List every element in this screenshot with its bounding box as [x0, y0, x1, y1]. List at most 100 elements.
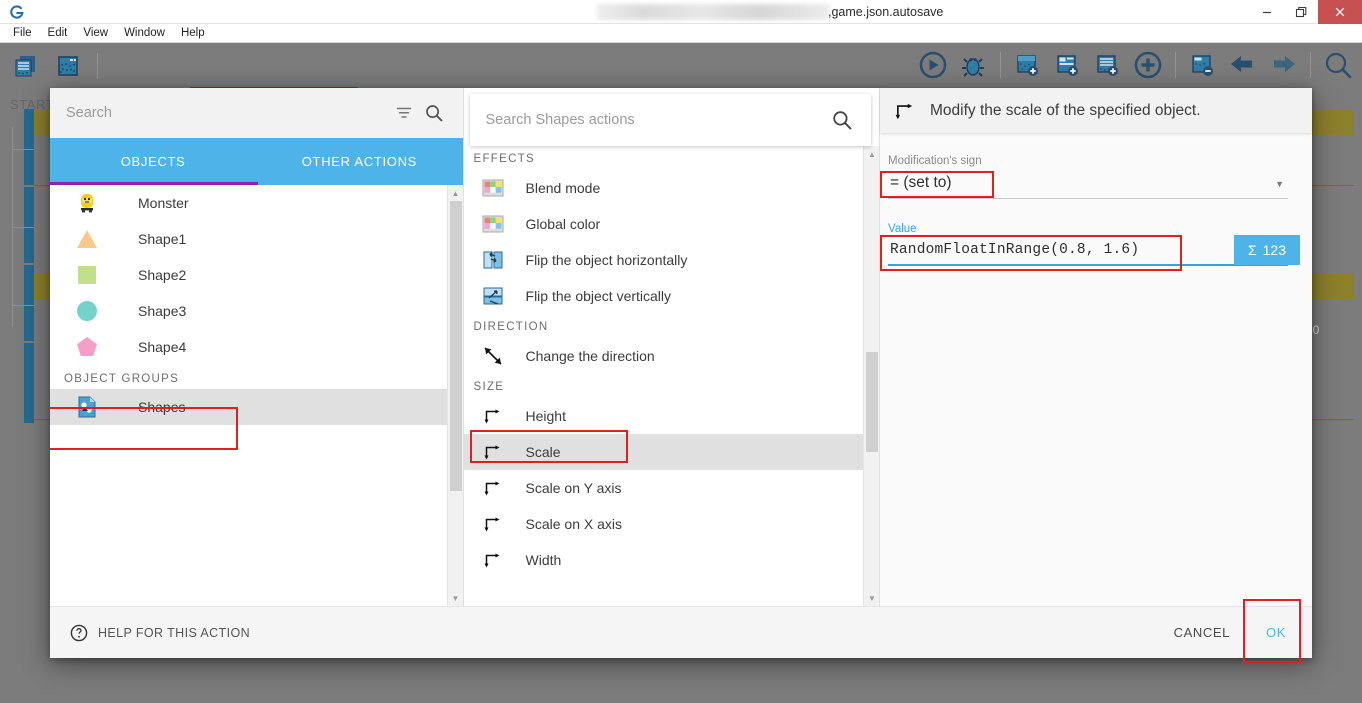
- objects-search-input[interactable]: [64, 104, 389, 122]
- parameters-panel: Modify the scale of the specified object…: [880, 88, 1312, 606]
- add-external-events-icon[interactable]: [1090, 46, 1126, 84]
- project-manager-icon[interactable]: [8, 47, 44, 85]
- list-item[interactable]: Monster: [50, 185, 463, 221]
- restore-button[interactable]: [1284, 0, 1318, 24]
- objects-search-bar: [50, 88, 463, 138]
- scroll-down-arrow[interactable]: ▼: [864, 590, 879, 606]
- color-palette-icon: [480, 213, 506, 235]
- objects-search-icon[interactable]: [419, 98, 449, 128]
- actions-search-icon[interactable]: [827, 105, 857, 135]
- action-item[interactable]: Flip the object horizontally: [464, 242, 879, 278]
- help-for-this-action-link[interactable]: HELP FOR THIS ACTION: [70, 624, 250, 642]
- actions-search-bar: [470, 94, 871, 146]
- title-redacted-region: [597, 4, 830, 20]
- minimize-button[interactable]: [1250, 0, 1284, 24]
- list-item[interactable]: Shape2: [50, 257, 463, 293]
- modification-sign-select[interactable]: = (set to) ▼: [888, 171, 1288, 199]
- action-item[interactable]: Height: [464, 398, 879, 434]
- toolbar-divider-3: [1175, 52, 1176, 78]
- tree-connector: [12, 149, 34, 150]
- action-description-header: Modify the scale of the specified object…: [880, 88, 1312, 133]
- modify-value-icon: [480, 549, 506, 571]
- list-item[interactable]: Shape1: [50, 221, 463, 257]
- field-label: Value: [888, 223, 1288, 235]
- action-description-text: Modify the scale of the specified object…: [930, 102, 1201, 120]
- scroll-up-arrow[interactable]: ▲: [448, 185, 463, 201]
- objects-tab-bar: OBJECTS OTHER ACTIONS: [50, 138, 463, 185]
- tree-connector: [12, 305, 34, 306]
- menu-file[interactable]: File: [5, 24, 40, 43]
- action-item[interactable]: Change the direction: [464, 338, 879, 374]
- open-expression-editor-button[interactable]: Σ 123: [1234, 235, 1300, 265]
- scroll-thumb[interactable]: [866, 352, 878, 452]
- action-item[interactable]: Width: [464, 542, 879, 578]
- section-header-direction: DIRECTION: [464, 314, 879, 338]
- actions-scrollbar[interactable]: ▲ ▼: [863, 146, 879, 606]
- actions-search-input[interactable]: [484, 111, 827, 129]
- cancel-button[interactable]: CANCEL: [1156, 615, 1248, 650]
- undo-icon[interactable]: [1225, 46, 1261, 84]
- modify-value-icon: [480, 405, 506, 427]
- action-item-scale[interactable]: Scale: [464, 434, 879, 470]
- object-groups-header: OBJECT GROUPS: [50, 365, 463, 389]
- tab-objects[interactable]: OBJECTS: [50, 138, 256, 185]
- window-title-text: ,game.json.autosave: [828, 0, 943, 24]
- list-item-shapes-group[interactable]: Shapes: [50, 389, 463, 425]
- list-item-label: Shape1: [138, 231, 186, 247]
- main-toolbar: [0, 43, 1362, 87]
- menu-help[interactable]: Help: [173, 24, 213, 43]
- action-item[interactable]: Blend mode: [464, 170, 879, 206]
- dialog-body: OBJECTS OTHER ACTIONS: [50, 88, 1312, 606]
- scene-editor-icon[interactable]: [50, 47, 86, 85]
- list-item[interactable]: Shape4: [50, 329, 463, 365]
- app-logo-icon: [4, 0, 30, 24]
- flip-vertical-icon: [480, 285, 506, 307]
- list-item-label: Shape2: [138, 267, 186, 283]
- field-label: Modification's sign: [888, 155, 1288, 167]
- objects-panel: OBJECTS OTHER ACTIONS: [50, 88, 464, 606]
- action-item-label: Change the direction: [526, 348, 655, 364]
- scroll-up-arrow[interactable]: ▲: [864, 146, 879, 162]
- redo-icon[interactable]: [1265, 46, 1301, 84]
- menu-window[interactable]: Window: [116, 24, 173, 43]
- add-scene-icon[interactable]: [1010, 46, 1046, 84]
- action-item-label: Scale on X axis: [526, 516, 623, 532]
- menu-view[interactable]: View: [75, 24, 116, 43]
- action-item[interactable]: Flip the object vertically: [464, 278, 879, 314]
- list-item-label: Shapes: [138, 399, 185, 415]
- scroll-down-arrow[interactable]: ▼: [448, 590, 463, 606]
- event-rail: [24, 109, 34, 185]
- objects-list: Monster Shape1 Shape2: [50, 185, 463, 606]
- modify-value-icon: [480, 477, 506, 499]
- tree-spine: [12, 127, 13, 327]
- add-object-icon[interactable]: [1130, 46, 1166, 84]
- list-item[interactable]: Shape3: [50, 293, 463, 329]
- value-expression-input[interactable]: RandomFloatInRange(0.8, 1.6): [888, 239, 1288, 266]
- action-item[interactable]: Scale on X axis: [464, 506, 879, 542]
- delete-scene-icon[interactable]: [1185, 46, 1221, 84]
- help-label: HELP FOR THIS ACTION: [98, 626, 250, 640]
- action-item[interactable]: Scale on Y axis: [464, 470, 879, 506]
- scroll-thumb[interactable]: [450, 201, 462, 491]
- action-item[interactable]: Global color: [464, 206, 879, 242]
- list-item-label: Monster: [138, 195, 189, 211]
- objects-scrollbar[interactable]: ▲ ▼: [447, 185, 463, 606]
- pentagon-thumbnail: [72, 335, 102, 359]
- color-palette-icon: [480, 177, 506, 199]
- search-icon[interactable]: [1320, 46, 1356, 84]
- menu-bar: File Edit View Window Help: [0, 24, 1362, 43]
- action-editor-dialog: OBJECTS OTHER ACTIONS: [50, 88, 1312, 658]
- event-rail: [24, 187, 34, 263]
- add-external-layout-icon[interactable]: [1050, 46, 1086, 84]
- square-thumbnail: [72, 264, 102, 286]
- event-rail: [24, 265, 34, 341]
- close-button[interactable]: [1318, 0, 1362, 24]
- tree-connector: [12, 227, 34, 228]
- debug-bug-icon[interactable]: [955, 46, 991, 84]
- chevron-down-icon[interactable]: ▼: [1275, 179, 1284, 189]
- list-item-label: Shape3: [138, 303, 186, 319]
- filter-icon[interactable]: [389, 98, 419, 128]
- tab-other-actions[interactable]: OTHER ACTIONS: [256, 138, 462, 185]
- menu-edit[interactable]: Edit: [40, 24, 76, 43]
- preview-play-icon[interactable]: [915, 46, 951, 84]
